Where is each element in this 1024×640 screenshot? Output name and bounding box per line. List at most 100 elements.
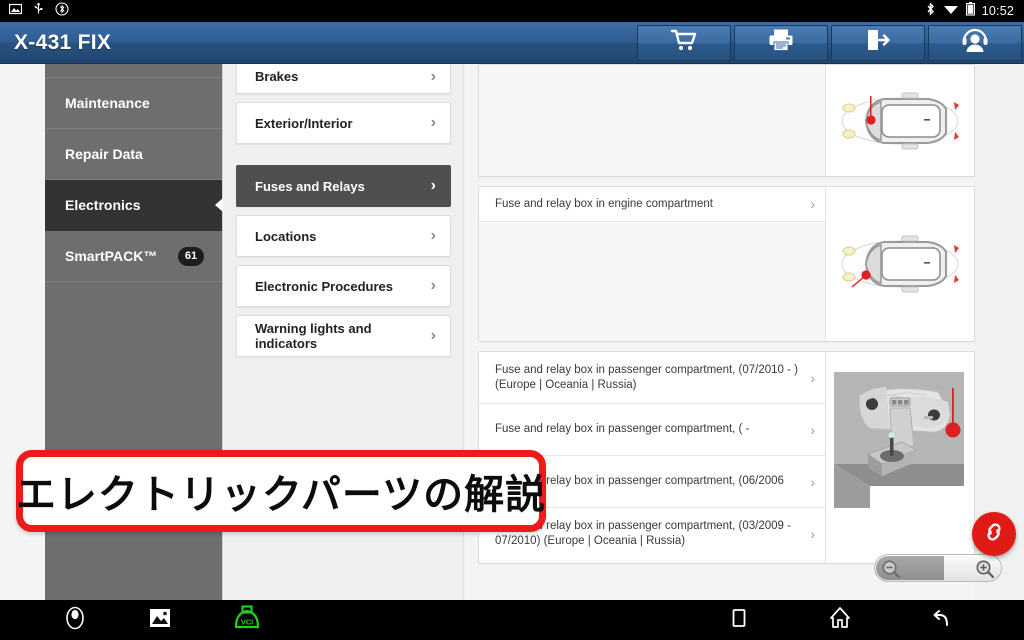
- left-gutter: [0, 64, 45, 618]
- sidebar-item-label: Electronics: [65, 197, 141, 213]
- result-card-3: Fuse and relay box in passenger compartm…: [478, 351, 975, 564]
- result-card-2-thumbnail[interactable]: [825, 187, 974, 341]
- chevron-right-icon: ›: [430, 114, 436, 131]
- nav-home-button[interactable]: [828, 606, 852, 635]
- result-card-2-filler: [479, 222, 825, 334]
- car-top-view-icon: [836, 82, 964, 160]
- menu-item-label: Fuses and Relays: [255, 178, 365, 194]
- result-card-1-rows: [479, 65, 825, 176]
- sidebar: Maintenance Repair Data Electronics Smar…: [45, 64, 223, 618]
- chevron-right-icon: ›: [430, 227, 436, 244]
- chevron-right-icon: ›: [810, 421, 815, 438]
- annotation-callout: エレクトリックパーツの解説: [16, 450, 546, 532]
- sidebar-item-electronics[interactable]: Electronics: [45, 180, 223, 231]
- home-icon: [828, 606, 852, 635]
- menu-item-label: Exterior/Interior: [255, 115, 353, 131]
- sidebar-item-label: SmartPACK™: [65, 248, 158, 264]
- status-clock: 10:52: [981, 4, 1014, 18]
- body-area: Maintenance Repair Data Electronics Smar…: [0, 64, 1024, 618]
- shopping-cart-icon: [670, 28, 698, 57]
- print-button[interactable]: [734, 24, 828, 61]
- vci-connector-icon: VCI: [232, 604, 262, 636]
- menu-item-exterior-interior[interactable]: Exterior/Interior ›: [236, 102, 451, 144]
- svg-text:VCI: VCI: [241, 617, 254, 626]
- nav-back-button[interactable]: [930, 606, 954, 635]
- chevron-left-icon: [215, 198, 223, 212]
- bluetooth-icon: [925, 1, 936, 21]
- menu-item-fuses-and-relays[interactable]: Fuses and Relays ›: [236, 165, 451, 207]
- gallery-image-icon: [148, 607, 172, 634]
- exit-door-icon: [865, 28, 891, 57]
- android-nav-bar: VCI: [0, 600, 1024, 640]
- sidebar-item-maintenance[interactable]: Maintenance: [45, 78, 222, 129]
- menu-item-label: Warning lights and indicators: [255, 321, 372, 351]
- app-title: X-431 FIX: [14, 30, 112, 54]
- dashboard-console-3d-icon: [830, 358, 970, 508]
- chevron-right-icon: ›: [430, 67, 436, 85]
- exit-button[interactable]: [831, 24, 925, 61]
- result-card-1-thumbnail[interactable]: [825, 65, 974, 176]
- smartpack-count-badge: 61: [178, 246, 204, 266]
- category-menu: Brakes › Exterior/Interior › Fuses and R…: [224, 64, 464, 618]
- result-row[interactable]: Fuse and relay box in passenger compartm…: [479, 404, 825, 456]
- nav-vci-button[interactable]: VCI: [232, 604, 262, 636]
- menu-spacer: [236, 152, 451, 165]
- chevron-right-icon: ›: [810, 369, 815, 386]
- menu-item-label: Brakes: [255, 69, 299, 84]
- battery-icon: [965, 1, 975, 21]
- chevron-right-icon: ›: [430, 277, 436, 294]
- result-row[interactable]: Fuse and relay box in passenger compartm…: [479, 352, 825, 404]
- status-left-icons: [0, 1, 69, 21]
- header-toolbar: [634, 22, 1024, 64]
- nav-gallery-button[interactable]: [148, 607, 172, 634]
- sidebar-item-label: Repair Data: [65, 146, 143, 162]
- magnifier-minus-icon[interactable]: [881, 559, 901, 584]
- results-panel: Fuse and relay box in engine compartment…: [465, 64, 1024, 618]
- link-fab-button[interactable]: [972, 512, 1016, 556]
- menu-item-electronic-procedures[interactable]: Electronic Procedures ›: [236, 265, 451, 307]
- result-card-2: Fuse and relay box in engine compartment…: [478, 186, 975, 342]
- chevron-right-icon: ›: [430, 327, 436, 344]
- result-row-label: Fuse and relay box in engine compartment: [495, 197, 713, 210]
- result-row-label: Fuse and relay box in passenger compartm…: [495, 423, 750, 435]
- result-row-label: Fuse and relay box in passenger compartm…: [495, 363, 798, 391]
- browser-icon: [62, 605, 88, 636]
- chevron-right-icon: ›: [810, 196, 815, 212]
- chevron-right-icon: ›: [810, 526, 815, 542]
- image-icon: [8, 2, 23, 20]
- status-right-icons: 10:52: [925, 1, 1024, 21]
- menu-item-label: Electronic Procedures: [255, 278, 393, 294]
- menu-item-label: Locations: [255, 228, 317, 244]
- menu-item-locations[interactable]: Locations ›: [236, 215, 451, 257]
- sidebar-item-label: Maintenance: [65, 95, 150, 111]
- cart-button[interactable]: [637, 24, 731, 61]
- nav-browser-button[interactable]: [62, 605, 88, 636]
- headset-user-icon: [960, 27, 990, 58]
- sidebar-item-smartpack[interactable]: SmartPACK™ 61: [45, 231, 222, 282]
- menu-item-brakes[interactable]: Brakes ›: [236, 64, 451, 94]
- chain-link-icon: [981, 519, 1007, 550]
- sidebar-item-repair-data[interactable]: Repair Data: [45, 129, 222, 180]
- printer-icon: [768, 28, 794, 57]
- result-row[interactable]: Fuse and relay box in engine compartment…: [479, 187, 825, 222]
- android-status-bar: 10:52: [0, 0, 1024, 22]
- zoom-slider[interactable]: [874, 554, 1002, 582]
- support-button[interactable]: [928, 24, 1022, 61]
- result-card-3-thumbnail[interactable]: [825, 352, 974, 563]
- nav-recents-button[interactable]: [728, 607, 750, 634]
- sidebar-item-cut[interactable]: [45, 64, 222, 78]
- menu-item-warning-lights[interactable]: Warning lights and indicators ›: [236, 315, 451, 357]
- result-card-1: [478, 64, 975, 177]
- chevron-right-icon: ›: [810, 473, 815, 490]
- annotation-text: エレクトリックパーツの解説: [15, 472, 547, 518]
- wifi-icon: [943, 2, 959, 20]
- recents-square-icon: [728, 607, 750, 634]
- bluetooth-settings-icon: [55, 1, 69, 21]
- app-root: 10:52 X-431 FIX Maintenance Repair Data …: [0, 0, 1024, 640]
- magnifier-plus-icon[interactable]: [975, 559, 995, 584]
- chevron-right-icon: ›: [430, 177, 436, 194]
- usb-icon: [32, 2, 45, 20]
- car-top-view-icon: [836, 225, 964, 303]
- back-arrow-icon: [930, 606, 954, 635]
- app-header: X-431 FIX: [0, 22, 1024, 64]
